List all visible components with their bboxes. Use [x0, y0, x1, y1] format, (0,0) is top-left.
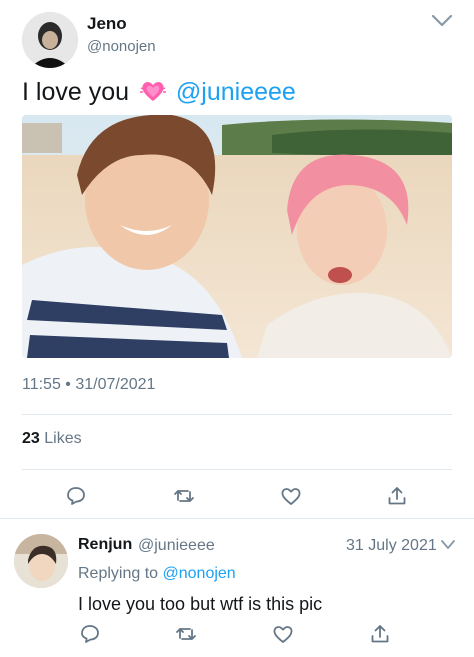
replying-to-link[interactable]: @nonojen	[163, 565, 236, 582]
retweet-icon[interactable]	[172, 484, 196, 508]
author-handle[interactable]: @nonojen	[87, 38, 156, 55]
replying-to: Replying to @nonojen	[78, 565, 236, 583]
comment-icon[interactable]	[78, 622, 102, 646]
share-icon[interactable]	[368, 622, 392, 646]
reply-author-handle[interactable]: @junieeee	[138, 537, 215, 555]
comment-icon[interactable]	[64, 484, 88, 508]
reply-text: I love you too but wtf is this pic	[78, 594, 323, 614]
tweet-text-main: I love you	[22, 78, 130, 106]
tweet-text: I love you @junieeee	[22, 78, 296, 107]
likes-number: 23	[22, 430, 40, 447]
likes-label: Likes	[44, 430, 82, 447]
author-avatar[interactable]	[22, 12, 78, 68]
heart-icon[interactable]	[279, 484, 303, 508]
reply-author-name[interactable]: Renjun	[78, 536, 132, 554]
retweet-icon[interactable]	[174, 622, 198, 646]
divider	[22, 414, 452, 415]
author-name[interactable]: Jeno	[87, 14, 127, 34]
divider	[0, 518, 474, 519]
reply-author-avatar[interactable]	[14, 534, 68, 588]
likes-count[interactable]: 23 Likes	[22, 430, 82, 448]
chevron-down-icon[interactable]	[430, 12, 454, 30]
heart-icon[interactable]	[271, 622, 295, 646]
reply-date[interactable]: 31 July 2021	[346, 537, 437, 555]
divider	[22, 469, 452, 470]
tweet-photo[interactable]	[22, 115, 452, 358]
chevron-down-icon[interactable]	[440, 538, 456, 552]
replying-prefix: Replying to	[78, 565, 159, 582]
share-icon[interactable]	[385, 484, 409, 508]
tweet-mention-link[interactable]: @junieeee	[176, 78, 296, 106]
growing-heart-emoji-icon	[139, 82, 166, 101]
tweet-timestamp[interactable]: 11:55 • 31/07/2021	[22, 376, 155, 394]
